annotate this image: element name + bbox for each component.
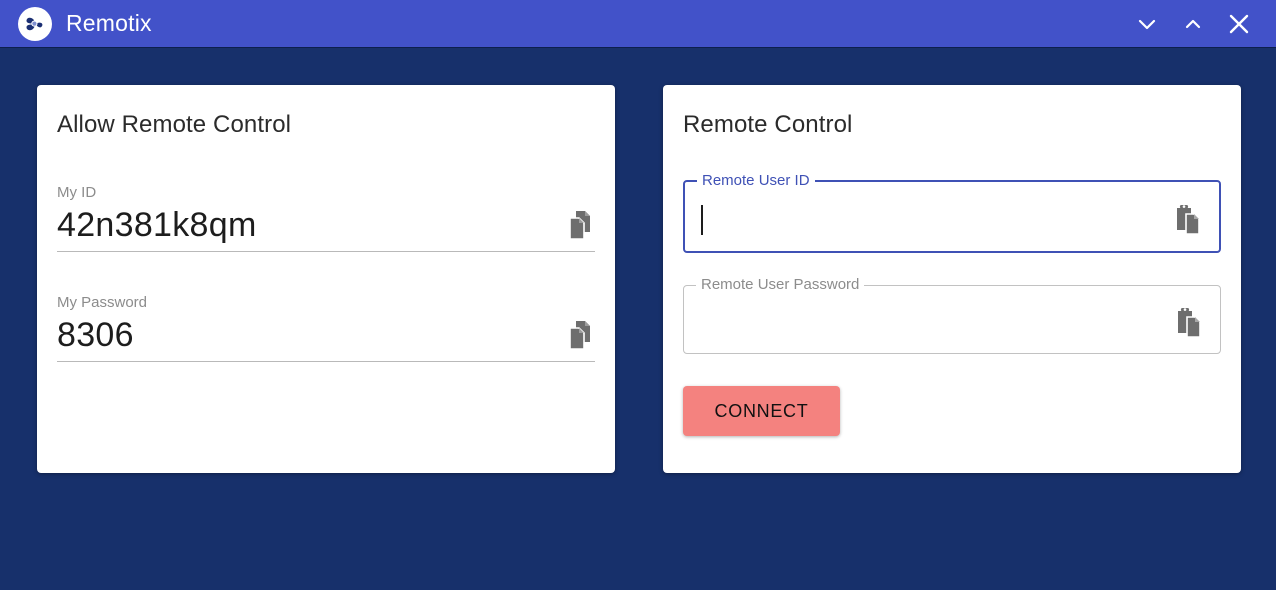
copy-my-password-button[interactable] [565,319,595,351]
allow-remote-control-title: Allow Remote Control [57,111,292,138]
paste-remote-user-id-button[interactable] [1173,203,1205,237]
remote-user-password-label: Remote User Password [701,276,860,293]
chevron-down-icon [1138,19,1156,29]
my-password-field: My Password 8306 [57,294,595,362]
remotix-propeller-logo-icon [18,6,52,41]
minimize-button[interactable] [1124,0,1170,48]
remote-control-title: Remote Control [683,111,853,138]
my-password-value: 8306 [57,316,134,354]
my-id-row: 42n381k8qm [57,202,595,252]
app-title: Remotix [66,10,152,36]
allow-remote-control-card: Allow Remote Control My ID 42n381k8qm My… [37,85,615,473]
paste-remote-user-password-button[interactable] [1174,306,1206,340]
connect-button[interactable]: CONNECT [683,386,840,436]
paste-icon [1178,308,1201,338]
remote-user-id-fieldset: Remote User ID [683,173,1221,253]
my-id-field: My ID 42n381k8qm [57,184,595,252]
text-caret [701,205,703,235]
remote-user-password-fieldset: Remote User Password [683,277,1221,354]
remote-user-password-input[interactable] [698,306,1166,340]
remote-user-id-row [685,189,1219,251]
remote-user-password-row [684,293,1220,353]
copy-my-id-button[interactable] [565,209,595,241]
my-password-row: 8306 [57,312,595,362]
my-id-label: My ID [57,184,97,201]
maximize-button[interactable] [1170,0,1216,48]
window-titlebar: Remotix [0,0,1276,48]
app-brand: Remotix [18,6,152,41]
copy-icon [569,211,590,240]
my-id-value: 42n381k8qm [57,206,257,244]
remote-user-id-label: Remote User ID [702,172,810,189]
my-password-label: My Password [57,294,148,311]
paste-icon [1177,205,1200,235]
window-controls [1124,0,1276,48]
remote-user-id-input[interactable] [699,203,1165,237]
chevron-up-icon [1185,19,1201,28]
close-icon [1229,14,1249,33]
copy-icon [569,321,590,350]
close-button[interactable] [1216,0,1262,48]
